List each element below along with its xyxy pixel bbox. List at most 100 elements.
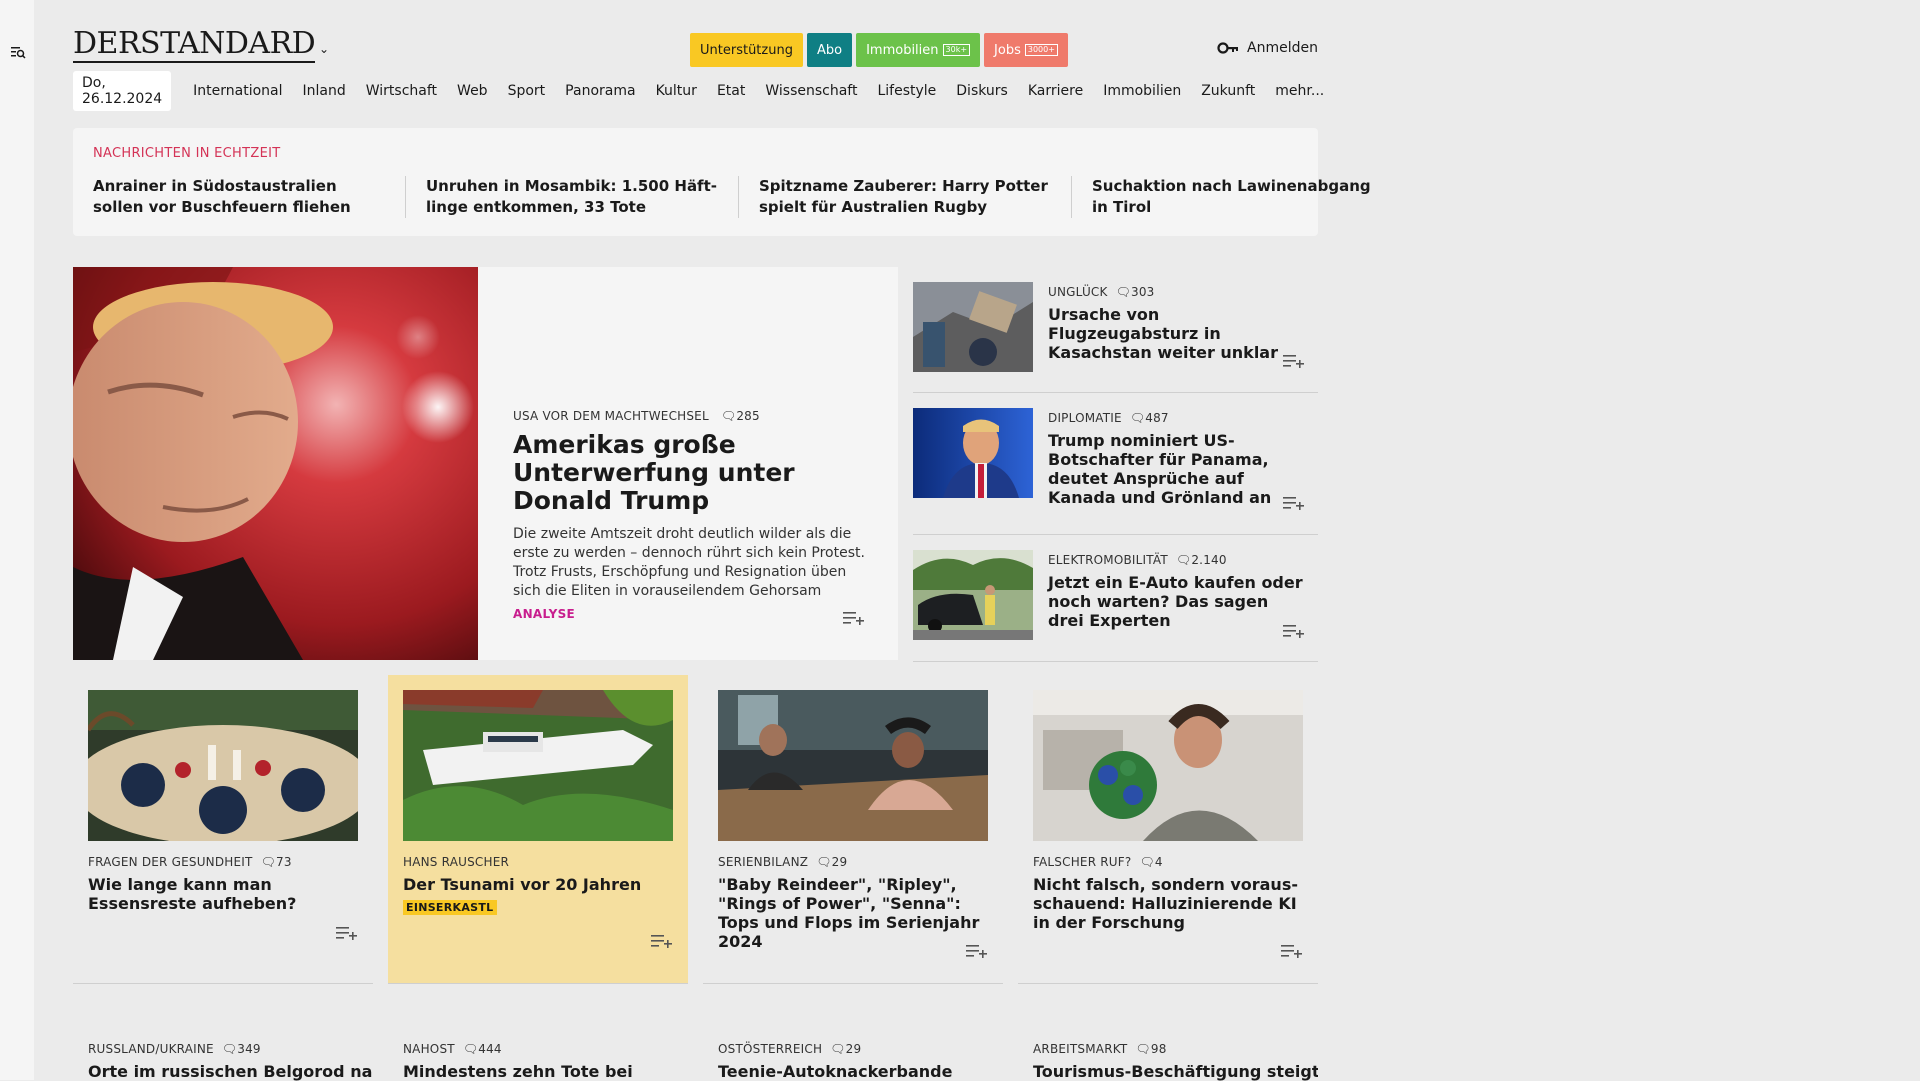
- nav-item-kultur[interactable]: Kultur: [656, 83, 697, 99]
- add-to-playlist-icon[interactable]: [1283, 353, 1305, 369]
- login-button[interactable]: Anmelden: [1217, 40, 1318, 56]
- nav-item-wissenschaft[interactable]: Wissenschaft: [765, 83, 857, 99]
- add-to-playlist-icon[interactable]: [966, 943, 988, 959]
- site-logo[interactable]: DERSTANDARD: [73, 28, 316, 63]
- article-kicker: OSTÖSTERREICH 🗨29: [718, 1042, 1003, 1056]
- article-thumbnail[interactable]: [913, 550, 1033, 640]
- article-title[interactable]: Nicht falsch, sondern voraus­schauend: H…: [1033, 875, 1303, 932]
- live-news-item[interactable]: Unruhen in Mosambik: 1.500 Häft­linge en…: [426, 176, 739, 218]
- comment-icon: 🗨: [1139, 855, 1155, 869]
- list-item[interactable]: ELEKTROMOBILITÄT 🗨2.140 Jetzt ein E-Auto …: [913, 535, 1318, 662]
- article-kicker: ELEKTROMOBILITÄT 🗨2.140: [1048, 553, 1308, 567]
- comment-count: 98: [1150, 1042, 1167, 1056]
- article-title[interactable]: Wie lange kann man Essensreste aufheben?: [88, 875, 358, 913]
- article-kicker: DIPLOMATIE 🗨487: [1048, 411, 1308, 425]
- comment-count: 4: [1154, 855, 1163, 869]
- article-card[interactable]: RUSSLAND/UKRAINE 🗨349 Orte im russischen …: [73, 1042, 373, 1081]
- hero-description: Die zweite Amtszeit droht deutlich wilde…: [513, 526, 865, 599]
- support-button[interactable]: Unterstützung: [690, 33, 803, 67]
- article-card[interactable]: FRAGEN DER GESUNDHEIT 🗨73 Wie lange kann …: [73, 675, 373, 984]
- live-news-item[interactable]: Anrainer in Südostaustralien sollen vor …: [93, 176, 406, 218]
- article-title[interactable]: Mindestens zehn Tote bei: [403, 1062, 688, 1081]
- nav-item-etat[interactable]: Etat: [717, 83, 745, 99]
- article-kicker: ARBEITSMARKT 🗨98: [1033, 1042, 1318, 1056]
- article-image[interactable]: [403, 690, 673, 841]
- live-news-item[interactable]: Suchaktion nach Lawinenabgang in Tirol: [1092, 176, 1404, 218]
- nav-item-immobilien[interactable]: Immobilien: [1103, 83, 1181, 99]
- comment-icon: 🗨: [1115, 285, 1132, 299]
- article-card[interactable]: HANS RAUSCHER Der Tsunami vor 20 Jahren …: [388, 675, 688, 984]
- nav-item-lifestyle[interactable]: Lifestyle: [877, 83, 936, 99]
- article-title[interactable]: Orte im russischen Belgorod nach: [88, 1062, 373, 1081]
- article-card[interactable]: ARBEITSMARKT 🗨98 Tourismus-Beschäftigung …: [1018, 1042, 1318, 1081]
- article-kicker: FALSCHER RUF? 🗨4: [1033, 855, 1303, 869]
- article-title[interactable]: Trump nominiert US-Botschafter für Panam…: [1048, 431, 1308, 507]
- article-kicker-label: FRAGEN DER GESUNDHEIT: [88, 855, 253, 869]
- article-kicker: RUSSLAND/UKRAINE 🗨349: [88, 1042, 373, 1056]
- nav-item-zukunft[interactable]: Zukunft: [1201, 83, 1255, 99]
- comment-count: 349: [237, 1042, 261, 1056]
- hero-comment-count: 285: [736, 409, 760, 423]
- login-label: Anmelden: [1247, 40, 1318, 56]
- nav-item-karriere[interactable]: Karriere: [1028, 83, 1083, 99]
- article-tag: EINSERKASTL: [403, 900, 497, 915]
- abo-button[interactable]: Abo: [806, 33, 853, 67]
- article-title[interactable]: Ursache von Flugzeugabsturz in Kasachsta…: [1048, 305, 1308, 362]
- comment-count: 2.140: [1191, 553, 1227, 567]
- list-item[interactable]: DIPLOMATIE 🗨487 Trump nominiert US-Botsch…: [913, 393, 1318, 535]
- live-news-label: NACHRICHTEN IN ECHTZEIT: [93, 146, 281, 161]
- article-kicker-label: HANS RAUSCHER: [403, 855, 510, 869]
- chevron-down-icon[interactable]: ⌄: [319, 42, 329, 56]
- nav-item-international[interactable]: International: [193, 83, 282, 99]
- article-title[interactable]: Teenie-Autoknackerbande: [718, 1062, 1003, 1081]
- nav-item-wirtschaft[interactable]: Wirtschaft: [366, 83, 437, 99]
- article-card[interactable]: OSTÖSTERREICH 🗨29 Teenie-Autoknackerbande: [703, 1042, 1003, 1081]
- comment-icon: 🗨: [720, 409, 737, 423]
- key-icon: [1217, 42, 1239, 54]
- nav-item-more[interactable]: mehr...: [1275, 83, 1324, 99]
- comment-count: 29: [845, 1042, 862, 1056]
- add-to-playlist-icon[interactable]: [843, 610, 865, 626]
- list-item[interactable]: UNGLÜCK 🗨303 Ursache von Flugzeugabsturz …: [913, 267, 1318, 393]
- add-to-playlist-icon[interactable]: [1283, 623, 1305, 639]
- article-title[interactable]: Jetzt ein E-Auto kaufen oder noch warten…: [1048, 573, 1308, 630]
- hero-image[interactable]: [73, 267, 478, 660]
- article-title[interactable]: Der Tsunami vor 20 Jahren: [403, 875, 673, 894]
- hero-title[interactable]: Amerikas große Unterwerfung unter Donald…: [513, 431, 868, 515]
- article-image[interactable]: [718, 690, 988, 841]
- article-card[interactable]: NAHOST 🗨444 Mindestens zehn Tote bei: [388, 1042, 688, 1081]
- hero-kicker-label: USA VOR DEM MACHTWECHSEL: [513, 409, 709, 423]
- comment-icon: 🗨: [221, 1042, 238, 1056]
- article-kicker: SERIENBILANZ 🗨29: [718, 855, 988, 869]
- article-kicker-label: FALSCHER RUF?: [1033, 855, 1132, 869]
- article-thumbnail[interactable]: [913, 408, 1033, 498]
- article-title[interactable]: Tourismus-Beschäftigung steigt: 58: [1033, 1062, 1318, 1081]
- nav-item-diskurs[interactable]: Diskurs: [956, 83, 1008, 99]
- article-card[interactable]: SERIENBILANZ 🗨29 "Baby Reindeer", "Ripley…: [703, 675, 1003, 984]
- article-thumbnail[interactable]: [913, 282, 1033, 372]
- hero-article[interactable]: USA VOR DEM MACHTWECHSEL 🗨285 Amerikas g…: [73, 267, 898, 660]
- add-to-playlist-icon[interactable]: [1281, 943, 1303, 959]
- card-grid: FRAGEN DER GESUNDHEIT 🗨73 Wie lange kann …: [73, 675, 1318, 984]
- nav-item-web[interactable]: Web: [457, 83, 488, 99]
- article-image[interactable]: [1033, 690, 1303, 841]
- article-kicker: NAHOST 🗨444: [403, 1042, 688, 1056]
- add-to-playlist-icon[interactable]: [336, 925, 358, 941]
- article-title[interactable]: "Baby Reindeer", "Ripley", "Rings of Pow…: [718, 875, 988, 951]
- card-row-2: RUSSLAND/UKRAINE 🗨349 Orte im russischen …: [73, 1042, 1318, 1081]
- jobs-button[interactable]: Jobs 3000+: [984, 33, 1068, 67]
- add-to-playlist-icon[interactable]: [1283, 495, 1305, 511]
- nav-item-sport[interactable]: Sport: [508, 83, 546, 99]
- immobilien-count-badge: 30k+: [942, 44, 971, 56]
- immobilien-button[interactable]: Immobilien 30k+: [856, 33, 981, 67]
- top-buttons: Unterstützung Abo Immobilien 30k+ Jobs 300…: [690, 33, 1068, 67]
- article-image[interactable]: [88, 690, 358, 841]
- nav-item-inland[interactable]: Inland: [303, 83, 346, 99]
- hero-tag: ANALYSE: [513, 607, 576, 621]
- nav-item-panorama[interactable]: Panorama: [565, 83, 635, 99]
- search-menu-icon[interactable]: [10, 44, 26, 60]
- add-to-playlist-icon[interactable]: [651, 933, 673, 949]
- article-kicker-label: OSTÖSTERREICH: [718, 1042, 823, 1056]
- article-card[interactable]: FALSCHER RUF? 🗨4 Nicht falsch, sondern vo…: [1018, 675, 1318, 984]
- live-news-item[interactable]: Spitzname Zauberer: Harry Potter spielt …: [759, 176, 1072, 218]
